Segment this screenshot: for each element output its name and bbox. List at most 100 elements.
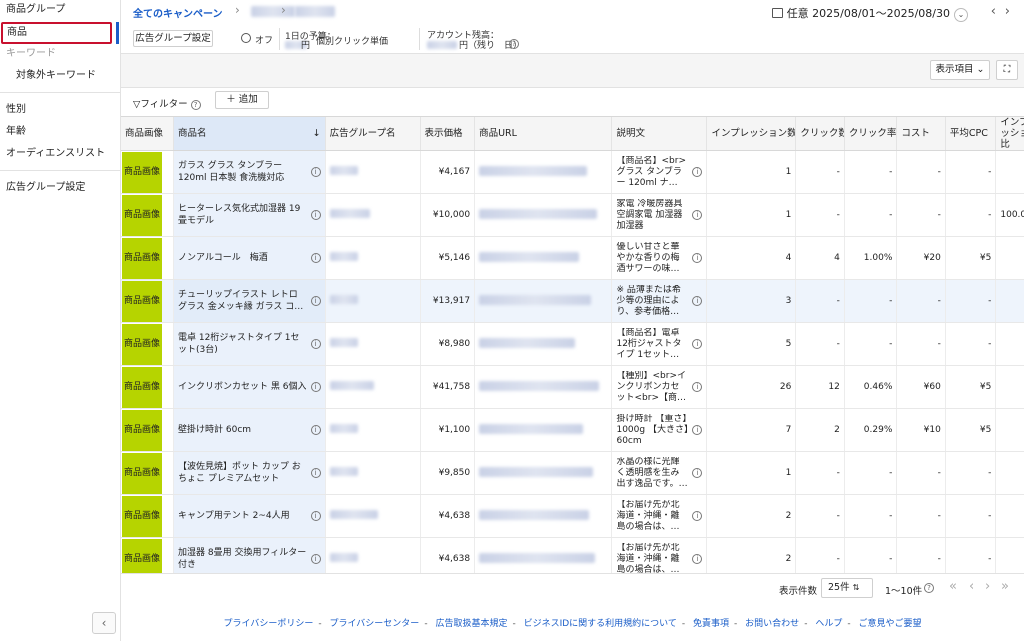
table-row[interactable]: 商品画像チューリップイラスト レトロ グラス 金メッキ縁 ガラス コップ 花柄 …: [121, 279, 1024, 323]
product-url[interactable]: [479, 165, 588, 176]
table-row[interactable]: 商品画像 ガラス グラス タンブラー 120ml 日本製 食洗機対応 i ¥4,167…: [121, 150, 1024, 194]
info-icon[interactable]: i: [692, 296, 703, 306]
collapse-sidebar-button[interactable]: ‹: [92, 612, 116, 634]
product-image[interactable]: 商品画像: [122, 323, 162, 365]
footer-link-privacy-policy[interactable]: プライバシーポリシー: [224, 619, 314, 629]
info-icon[interactable]: i: [692, 382, 703, 392]
product-image[interactable]: 商品画像: [122, 237, 162, 279]
status-toggle[interactable]: [241, 33, 251, 43]
col-product-name[interactable]: 商品名 ↓: [173, 117, 326, 151]
info-icon[interactable]: i: [692, 339, 703, 349]
sidebar-item-age[interactable]: 年齢: [0, 122, 121, 142]
product-url[interactable]: [479, 466, 594, 477]
product-name[interactable]: ヒーターレス気化式加湿器 19畳モデル: [178, 203, 307, 227]
col-url[interactable]: 商品URL: [474, 117, 613, 151]
info-icon[interactable]: i: [310, 339, 321, 349]
help-icon[interactable]: ?: [924, 583, 934, 593]
last-page-button[interactable]: »: [1001, 579, 1009, 594]
col-adgroup-name[interactable]: 広告グループ名: [325, 117, 421, 151]
fullscreen-button[interactable]: ⛶: [996, 60, 1018, 80]
info-icon[interactable]: i: [310, 554, 321, 564]
footer-link-help[interactable]: ヘルプ: [815, 619, 842, 629]
info-icon[interactable]: i: [692, 468, 703, 478]
col-ctr[interactable]: クリック率: [844, 117, 898, 151]
add-filter-button[interactable]: ＋ 追加: [215, 91, 269, 109]
info-icon[interactable]: i: [692, 511, 703, 521]
first-page-button[interactable]: «: [949, 579, 957, 594]
product-image[interactable]: 商品画像: [122, 151, 162, 193]
product-url[interactable]: [479, 337, 576, 348]
col-image[interactable]: 商品画像: [121, 117, 175, 151]
product-url[interactable]: [479, 294, 592, 305]
table-row[interactable]: 商品画像 インクリボンカセット 黒 6個入 i ¥41,758 【種別】<br>インクリ…: [121, 365, 1024, 409]
info-icon[interactable]: i: [310, 382, 321, 392]
per-page-select[interactable]: 25件 ⇅: [821, 578, 873, 598]
table-row[interactable]: 商品画像 キャンプ用テント 2~4人用 i ¥4,638 【お届け先が北海道・沖縄・離島…: [121, 494, 1024, 538]
col-cost[interactable]: コスト: [896, 117, 946, 151]
product-image[interactable]: 商品画像: [122, 280, 162, 322]
info-icon[interactable]: i: [310, 296, 321, 306]
filter-button[interactable]: ▽フィルター ?: [133, 96, 201, 110]
product-name[interactable]: 壁掛け時計 60cm: [178, 424, 251, 436]
footer-link-contact[interactable]: お問い合わせ: [745, 619, 799, 629]
info-icon[interactable]: i: [310, 167, 321, 177]
info-icon[interactable]: i: [310, 253, 321, 263]
product-url[interactable]: [479, 380, 600, 391]
col-description[interactable]: 説明文: [611, 117, 708, 151]
col-impression-share[interactable]: インプレッション比: [995, 117, 1024, 151]
product-url[interactable]: [479, 251, 580, 262]
next-page-button[interactable]: ›: [985, 579, 990, 594]
table-row[interactable]: 商品画像 加湿器 8畳用 交換用フィルター付き i ¥4,638 【お届け先が北海道・沖…: [121, 537, 1024, 573]
info-icon[interactable]: i: [310, 425, 321, 435]
info-icon[interactable]: i: [692, 210, 703, 220]
table-row[interactable]: 商品画像 ヒーターレス気化式加湿器 19畳モデル i ¥10,000 家電 冷暖房器具 …: [121, 193, 1024, 237]
product-name[interactable]: 【波佐見焼】ポット カップ おちょこ プレミアムセット: [178, 461, 307, 485]
footer-link-business-id-terms[interactable]: ビジネスIDに関する利用規約について: [524, 619, 677, 629]
product-name[interactable]: チューリップイラスト レトロ グラス 金メッキ縁 ガラス コップ 花柄 かわいい…: [178, 289, 307, 313]
product-name[interactable]: ノンアルコール 梅酒: [178, 252, 268, 264]
info-icon[interactable]: i: [692, 425, 703, 435]
sidebar-item-audience-list[interactable]: オーディエンスリスト: [0, 144, 121, 164]
display-columns-button[interactable]: 表示項目 ⌄: [930, 60, 990, 80]
info-icon[interactable]: i: [692, 167, 703, 177]
col-avg-cpc[interactable]: 平均CPC: [945, 117, 997, 151]
product-image[interactable]: 商品画像: [122, 194, 162, 236]
product-name[interactable]: 電卓 12桁ジャストタイプ 1セット(3台): [178, 332, 307, 356]
help-icon[interactable]: ?: [190, 100, 201, 110]
info-icon[interactable]: i: [692, 554, 703, 564]
help-icon[interactable]: ?: [509, 39, 519, 49]
footer-link-feedback[interactable]: ご意見やご要望: [858, 619, 921, 629]
footer-link-privacy-center[interactable]: プライバシーセンター: [329, 619, 419, 629]
product-url[interactable]: [479, 208, 598, 219]
product-name[interactable]: キャンプ用テント 2~4人用: [178, 510, 290, 522]
info-icon[interactable]: i: [692, 253, 703, 263]
product-url[interactable]: [479, 552, 596, 563]
breadcrumb-all-campaigns[interactable]: 全てのキャンペーン: [133, 5, 223, 20]
product-image[interactable]: 商品画像: [122, 495, 162, 537]
date-next-button[interactable]: ›: [1005, 4, 1010, 19]
footer-link-ad-terms[interactable]: 広告取扱基本規定: [435, 619, 507, 629]
table-row[interactable]: 商品画像 壁掛け時計 60cm i ¥1,100 掛け時計 【重さ】1000g 【大きさ…: [121, 408, 1024, 452]
breadcrumb-campaign[interactable]: [251, 6, 295, 17]
date-range-picker[interactable]: 任意 2025/08/01〜2025/08/30 ⌄: [771, 5, 968, 23]
info-icon[interactable]: i: [310, 210, 321, 220]
col-clicks[interactable]: クリック数: [795, 117, 845, 151]
table-row[interactable]: 商品画像 電卓 12桁ジャストタイプ 1セット(3台) i ¥8,980 【商品名】電卓…: [121, 322, 1024, 366]
col-price[interactable]: 表示価格: [420, 117, 476, 151]
product-name[interactable]: ガラス グラス タンブラー 120ml 日本製 食洗機対応: [178, 160, 307, 184]
product-image[interactable]: 商品画像: [122, 452, 162, 494]
sidebar-item-adgroup-settings[interactable]: 広告グループ設定: [0, 178, 121, 198]
product-image[interactable]: 商品画像: [122, 366, 162, 408]
product-url[interactable]: [479, 509, 590, 520]
col-impressions[interactable]: インプレッション数: [706, 117, 797, 151]
table-row[interactable]: 商品画像 ノンアルコール 梅酒 i ¥5,146 優しい甘さと華やかな香りの梅酒サワーの…: [121, 236, 1024, 280]
product-name[interactable]: 加湿器 8畳用 交換用フィルター付き: [178, 547, 307, 571]
product-url[interactable]: [479, 423, 584, 434]
table-row[interactable]: 商品画像 【波佐見焼】ポット カップ おちょこ プレミアムセット i ¥9,850 水晶…: [121, 451, 1024, 495]
product-image[interactable]: 商品画像: [122, 538, 162, 573]
date-prev-button[interactable]: ‹: [991, 4, 996, 19]
footer-link-disclaimer[interactable]: 免責事項: [693, 619, 729, 629]
adgroup-settings-button[interactable]: 広告グループ設定: [133, 30, 213, 47]
product-name[interactable]: インクリボンカセット 黒 6個入: [178, 381, 306, 393]
info-icon[interactable]: i: [310, 468, 321, 478]
